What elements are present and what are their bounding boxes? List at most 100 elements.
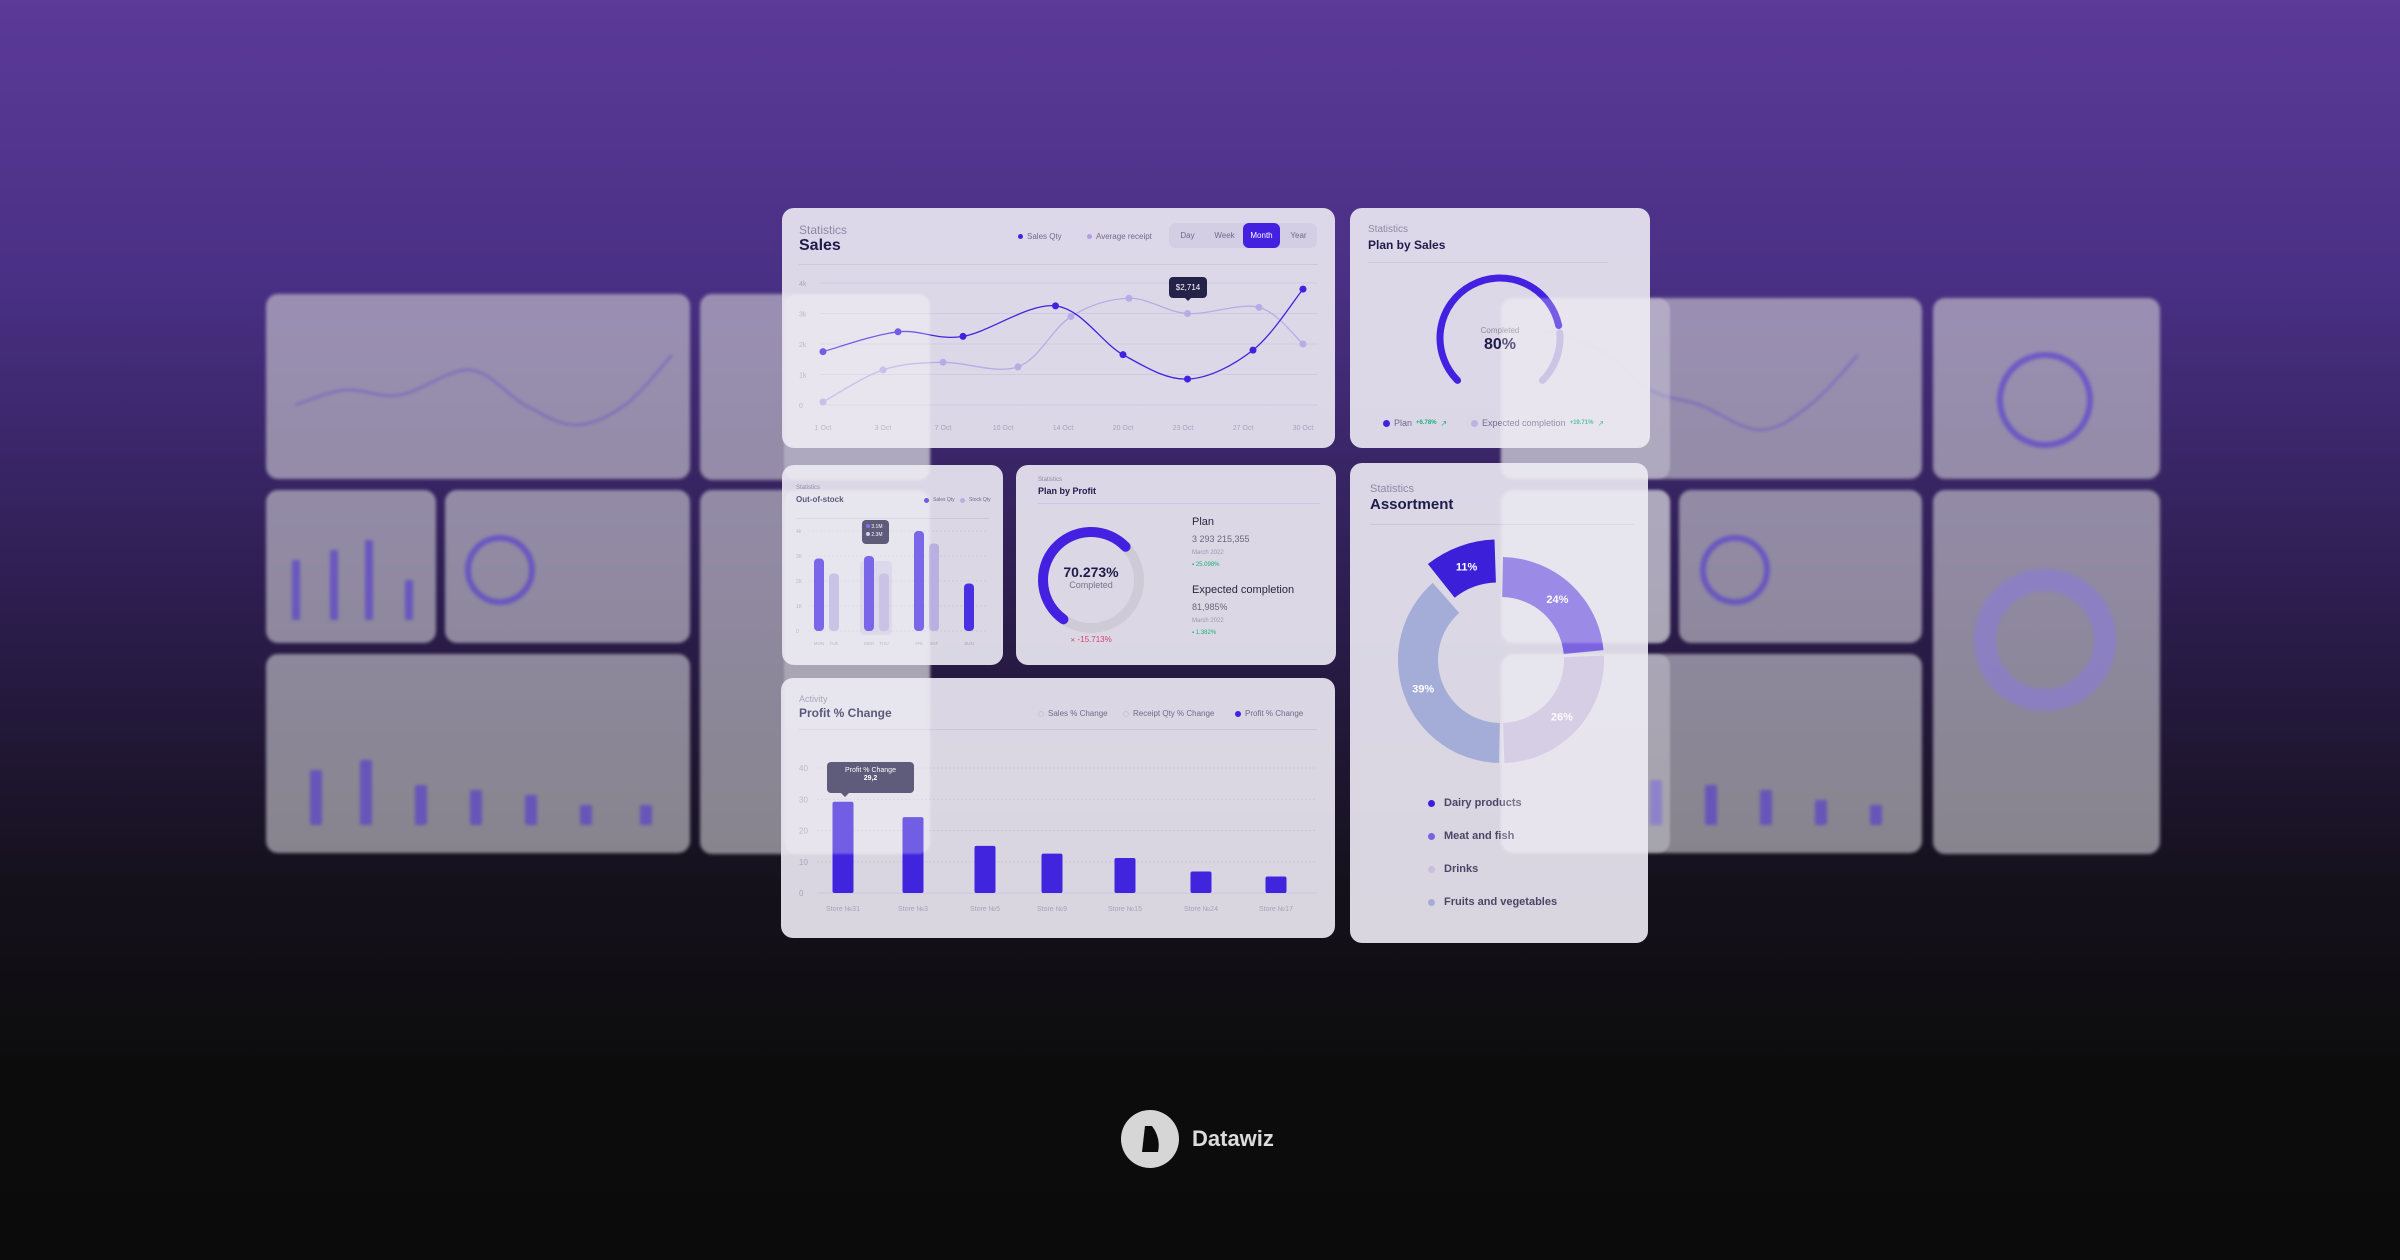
bar bbox=[1265, 876, 1287, 893]
background-line bbox=[294, 354, 673, 426]
data-point bbox=[1119, 351, 1127, 359]
x-tick-label: 7 Oct bbox=[935, 425, 952, 432]
background-bar bbox=[580, 805, 592, 825]
foreground-overlay-card bbox=[1501, 654, 1670, 853]
foreground-overlay-card bbox=[784, 294, 930, 480]
data-point bbox=[1184, 310, 1191, 317]
x-tick-label: 27 Oct bbox=[1233, 425, 1254, 432]
background-bar bbox=[470, 790, 482, 825]
trend-down-icon: ✕ bbox=[1070, 638, 1076, 644]
x-tick-label: 30 Oct bbox=[1293, 425, 1314, 432]
bar bbox=[1114, 858, 1136, 893]
profit-change-value: -15.713% bbox=[1077, 635, 1112, 644]
brand-logo-icon bbox=[1142, 1126, 1159, 1152]
background-bar bbox=[415, 785, 427, 825]
data-point bbox=[939, 358, 947, 366]
x-tick-label: Store №9 bbox=[1037, 906, 1067, 913]
expected-change-value: 1.382% bbox=[1195, 630, 1217, 636]
plan-change: ▪ 25.098% bbox=[1192, 562, 1220, 568]
y-tick-label: 10 bbox=[799, 858, 808, 867]
profit-change: ✕ -15.713% bbox=[1041, 635, 1141, 644]
background-bar bbox=[640, 805, 652, 825]
y-tick-label: 0 bbox=[799, 889, 804, 898]
background-bar bbox=[1705, 785, 1717, 825]
foreground-overlay-card bbox=[1501, 298, 1670, 479]
legend-change: +6.78% bbox=[1416, 420, 1437, 426]
expected-label: Expected completion bbox=[1192, 584, 1295, 596]
data-point bbox=[1299, 285, 1307, 293]
background-bar bbox=[330, 550, 338, 620]
bar bbox=[1041, 853, 1063, 893]
x-tick-label: SUN bbox=[964, 641, 974, 646]
gauge-center-label: Completed bbox=[1069, 580, 1113, 590]
background-gauge bbox=[1997, 352, 2093, 448]
data-point bbox=[1052, 302, 1059, 310]
tooltip-pointer bbox=[1185, 298, 1191, 301]
background-bar bbox=[405, 580, 413, 620]
background-gauge bbox=[1700, 535, 1770, 605]
sales-tooltip: $2,714 bbox=[1169, 277, 1207, 298]
slice-label: 39% bbox=[1412, 684, 1434, 696]
expected-value: 81,985% bbox=[1192, 602, 1228, 612]
gauge-center-value: 70.273% bbox=[1063, 564, 1119, 580]
background-bar bbox=[365, 540, 373, 620]
bar bbox=[974, 845, 996, 893]
background-gauge bbox=[465, 535, 535, 605]
plan-label: Plan bbox=[1192, 516, 1215, 528]
data-point bbox=[959, 332, 967, 340]
x-tick-label: Store №15 bbox=[1108, 906, 1142, 913]
bar bbox=[964, 583, 974, 631]
data-point bbox=[1299, 340, 1307, 348]
background-bar bbox=[1815, 800, 1827, 825]
x-tick-label: 23 Oct bbox=[1173, 425, 1194, 432]
legend-plan: Plan +6.78% ↗ bbox=[1383, 418, 1447, 428]
foreground-overlay-card bbox=[784, 490, 930, 854]
data-point bbox=[1067, 313, 1075, 321]
bar bbox=[929, 543, 939, 631]
data-point bbox=[1249, 346, 1257, 354]
slice-fruits-and-vegetables bbox=[1398, 582, 1500, 763]
background-donut bbox=[1974, 569, 2116, 711]
x-tick-label: 14 Oct bbox=[1053, 425, 1074, 432]
legend-label: Drinks bbox=[1444, 863, 1479, 875]
plan-value: 3 293 215,355 bbox=[1192, 534, 1250, 544]
x-tick-label: Store №31 bbox=[826, 906, 860, 913]
x-tick-label: Store №17 bbox=[1259, 906, 1293, 913]
legend-dot-icon bbox=[1428, 832, 1435, 840]
x-tick-label: 20 Oct bbox=[1113, 425, 1134, 432]
legend-label: Plan bbox=[1394, 418, 1413, 428]
x-tick-label: Store №24 bbox=[1184, 906, 1218, 913]
legend-dot-icon bbox=[1428, 898, 1435, 906]
plan-date: March 2022 bbox=[1192, 550, 1224, 556]
x-tick-label: Store №3 bbox=[898, 906, 928, 913]
legend-dot-icon bbox=[1383, 419, 1390, 427]
plan-change-value: 25.098% bbox=[1195, 562, 1220, 568]
legend-dot-icon bbox=[1428, 865, 1435, 873]
x-tick-label: Store №5 bbox=[970, 906, 1000, 913]
legend-item[interactable]: Fruits and vegetables bbox=[1428, 896, 1557, 908]
legend-dot-icon bbox=[1471, 419, 1478, 427]
data-point bbox=[1184, 375, 1191, 383]
bar bbox=[1190, 871, 1212, 893]
expected-change: ▪ 1.382% bbox=[1192, 630, 1216, 636]
up-marker-icon: ▪ bbox=[1192, 562, 1195, 568]
slice-label: 11% bbox=[1456, 562, 1478, 574]
expected-date: March 2022 bbox=[1192, 618, 1224, 624]
foreground-overlay-card bbox=[1501, 490, 1670, 643]
data-point bbox=[1125, 294, 1133, 302]
brand-logo bbox=[1121, 1110, 1179, 1168]
legend-item[interactable]: Drinks bbox=[1428, 863, 1478, 875]
up-marker-icon: ▪ bbox=[1192, 630, 1195, 636]
legend-dot-icon bbox=[1428, 799, 1435, 807]
trend-up-icon: ↗ bbox=[1440, 418, 1448, 428]
legend-label: Fruits and vegetables bbox=[1444, 896, 1558, 908]
x-tick-label: 10 Oct bbox=[993, 425, 1014, 432]
background-bar bbox=[1760, 790, 1772, 825]
x-tick-label: SAT bbox=[930, 641, 939, 646]
data-point bbox=[1255, 303, 1263, 311]
data-point bbox=[1014, 363, 1022, 371]
y-tick-label: 4k bbox=[799, 281, 807, 288]
background-bar bbox=[310, 770, 322, 825]
background-bar bbox=[1870, 805, 1882, 825]
plan-by-profit-card: Statistics Plan by Profit 70.273% Comple… bbox=[1016, 465, 1336, 665]
